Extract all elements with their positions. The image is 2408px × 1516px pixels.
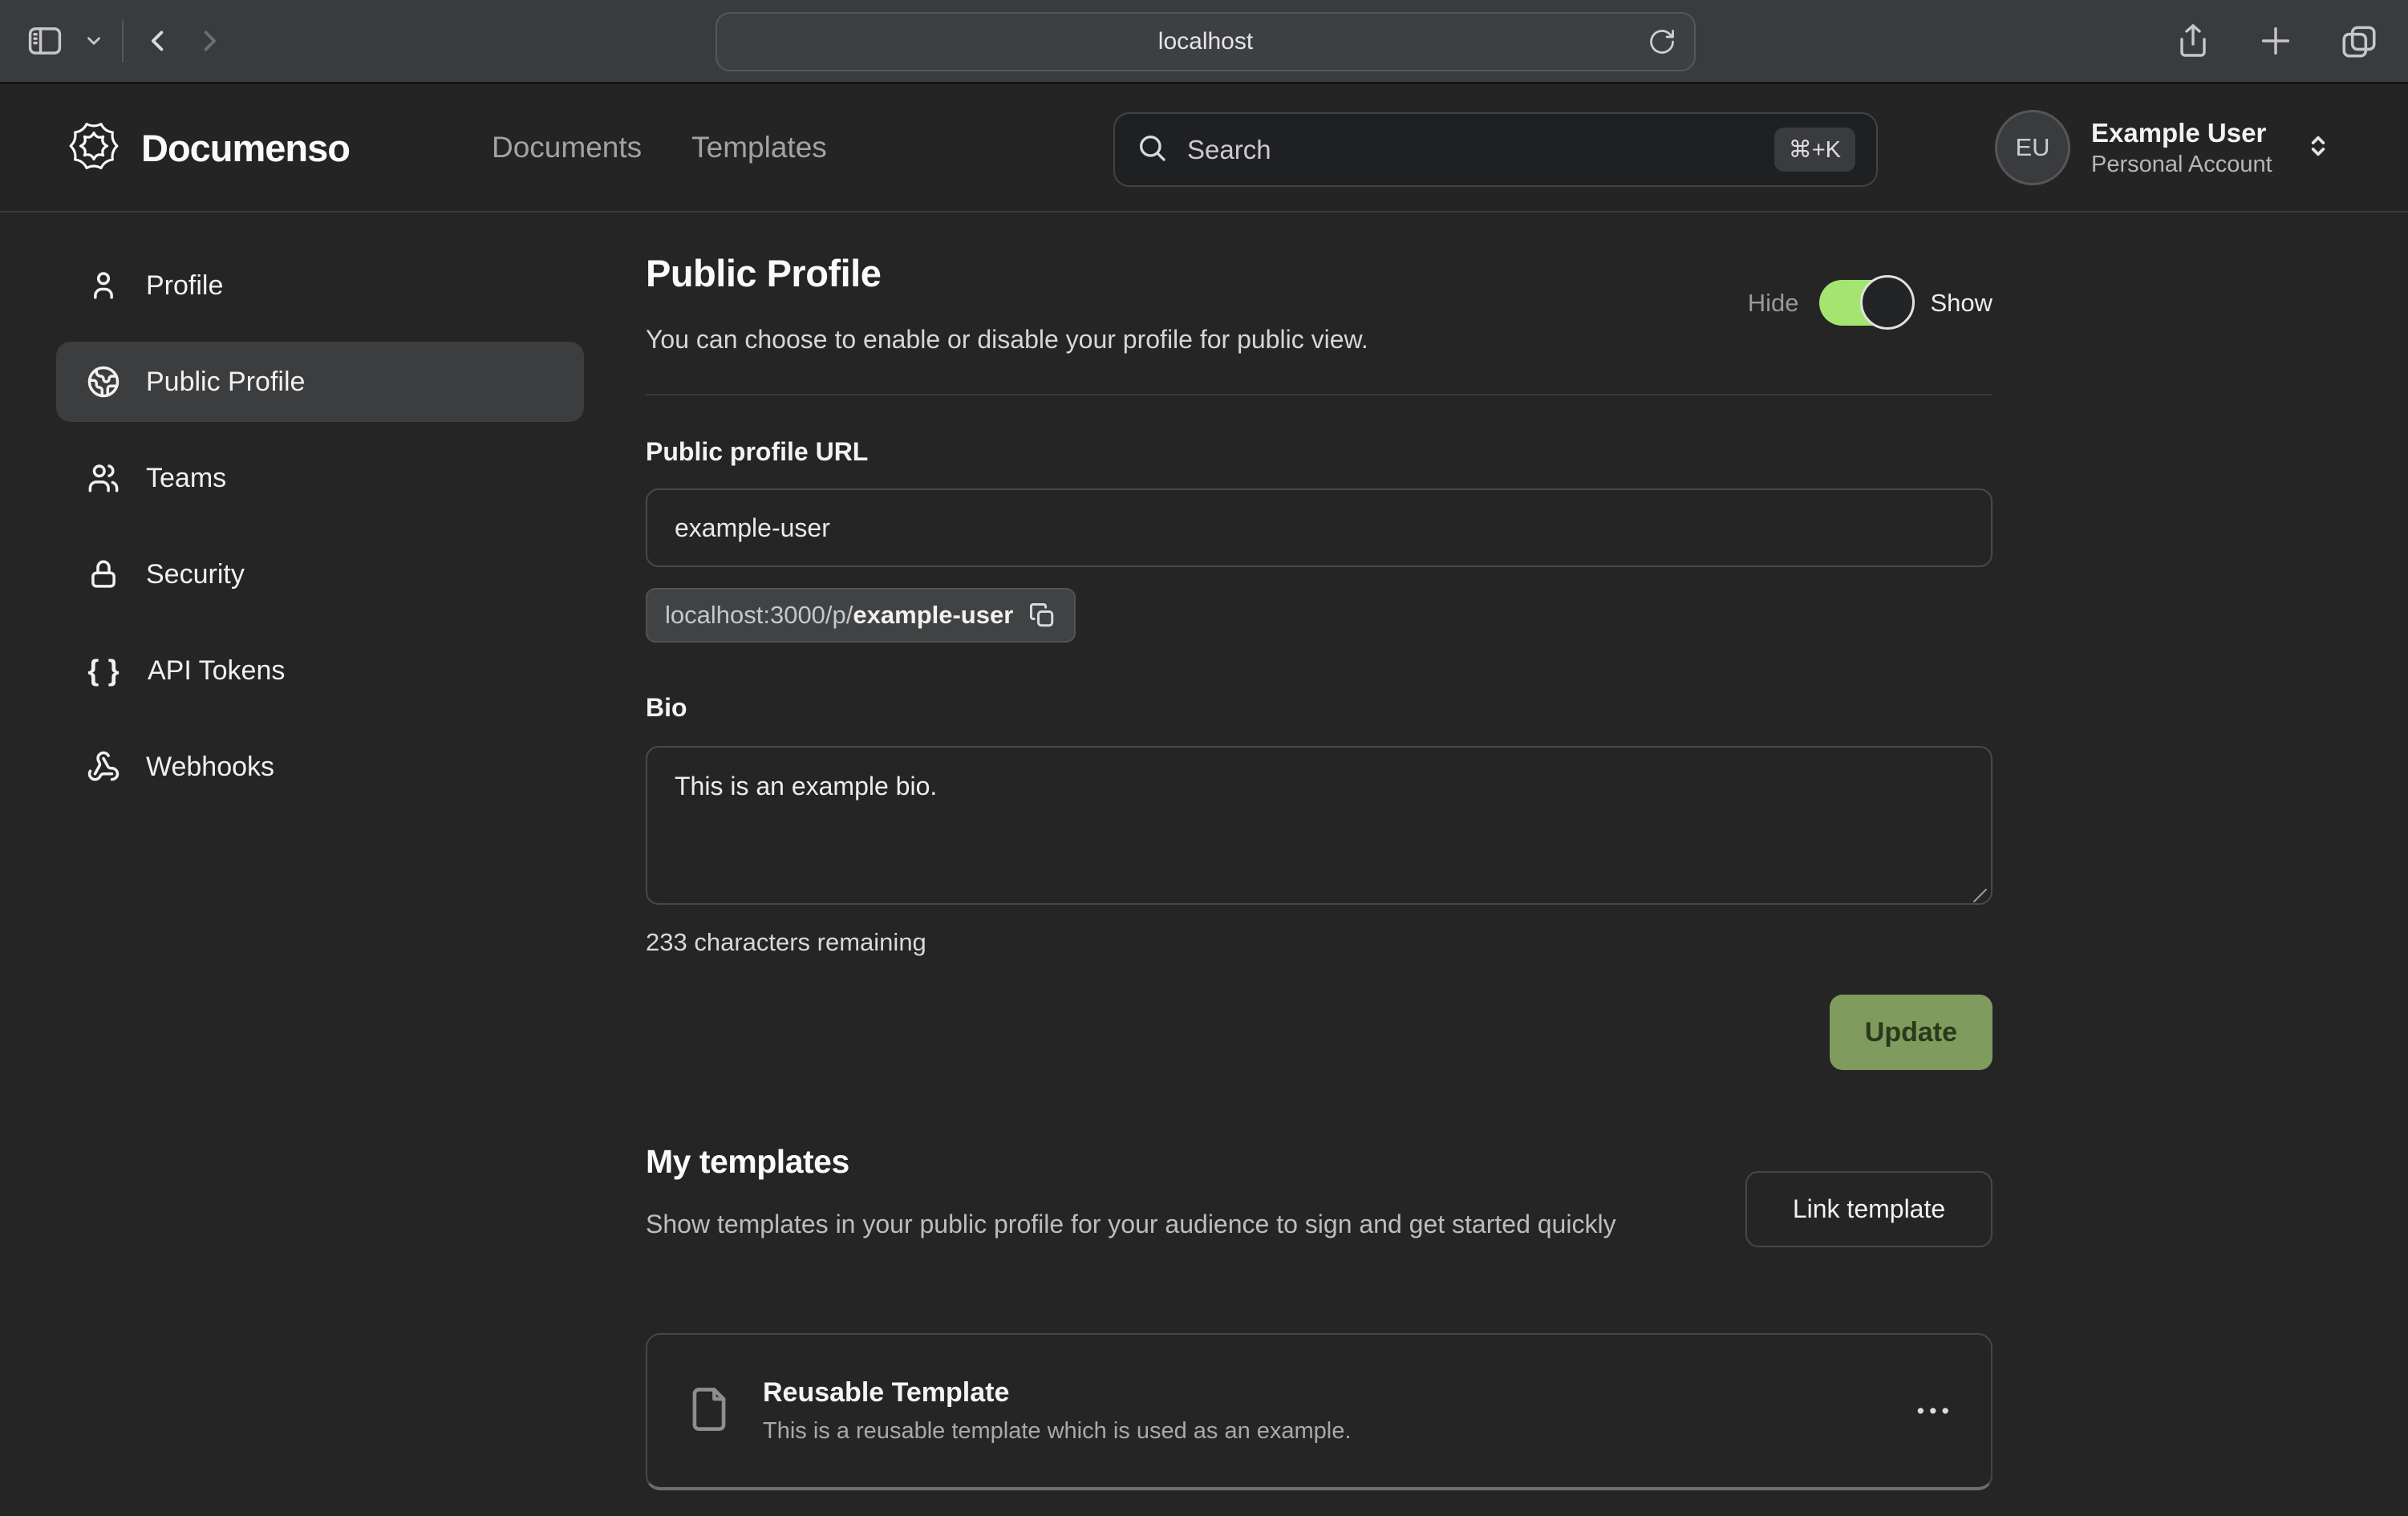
- my-templates-title: My templates: [646, 1143, 849, 1181]
- refresh-icon[interactable]: [1648, 27, 1676, 56]
- user-account-type: Personal Account: [2091, 150, 2272, 179]
- characters-remaining: 233 characters remaining: [646, 928, 926, 957]
- settings-sidebar: Profile Public Profile Teams Security { …: [56, 245, 584, 823]
- share-icon[interactable]: [2174, 22, 2212, 60]
- sidebar-item-api-tokens[interactable]: { } API Tokens: [56, 630, 584, 711]
- template-description: This is a reusable template which is use…: [763, 1418, 1917, 1445]
- browser-chrome: localhost: [0, 0, 2408, 84]
- search-icon: [1136, 132, 1168, 168]
- address-bar[interactable]: localhost: [716, 12, 1696, 71]
- tab-overview-icon[interactable]: [2339, 21, 2379, 61]
- sidebar-item-label: Profile: [146, 270, 223, 302]
- sidebar-item-label: API Tokens: [148, 655, 285, 687]
- search-bar[interactable]: ⌘+K: [1113, 112, 1878, 187]
- sidebar-item-label: Security: [146, 559, 245, 590]
- globe-icon: [87, 365, 120, 399]
- template-more-menu[interactable]: •••: [1917, 1399, 1954, 1424]
- toggle-hide-label: Hide: [1748, 289, 1799, 318]
- my-templates-description: Show templates in your public profile fo…: [646, 1204, 1769, 1245]
- bio-field-label: Bio: [646, 693, 687, 723]
- documenso-logo-icon: [67, 120, 120, 176]
- sidebar-item-security[interactable]: Security: [56, 534, 584, 614]
- link-template-button[interactable]: Link template: [1745, 1171, 1992, 1247]
- sidebar-item-webhooks[interactable]: Webhooks: [56, 727, 584, 807]
- chevron-down-icon[interactable]: [83, 30, 104, 51]
- forward-icon[interactable]: [193, 24, 226, 58]
- braces-icon: { }: [87, 654, 122, 687]
- nav-documents[interactable]: Documents: [492, 131, 642, 164]
- user-icon: [87, 269, 120, 302]
- app-header: Documenso Documents Templates ⌘+K EU Exa…: [0, 84, 2408, 213]
- file-icon: [684, 1384, 734, 1438]
- sidebar-item-teams[interactable]: Teams: [56, 438, 584, 518]
- user-name: Example User: [2091, 116, 2272, 150]
- resize-grip-icon[interactable]: [1971, 886, 1988, 908]
- sidebar-toggle-icon[interactable]: [24, 20, 66, 62]
- page-title: Public Profile: [646, 251, 881, 295]
- users-icon: [87, 461, 120, 495]
- page-subtitle: You can choose to enable or disable your…: [646, 325, 1368, 355]
- profile-url-preview: localhost:3000/p/example-user: [665, 601, 1013, 630]
- bio-textarea[interactable]: This is an example bio.: [646, 746, 1992, 905]
- nav-templates[interactable]: Templates: [691, 131, 827, 164]
- user-menu[interactable]: EU Example User Personal Account: [1995, 84, 2333, 211]
- sidebar-item-profile[interactable]: Profile: [56, 245, 584, 326]
- address-bar-url: localhost: [1158, 28, 1253, 55]
- lock-icon: [87, 557, 120, 591]
- search-input[interactable]: [1187, 135, 1774, 165]
- chevrons-up-down-icon: [2303, 131, 2333, 165]
- update-button[interactable]: Update: [1830, 995, 1992, 1070]
- url-field-label: Public profile URL: [646, 437, 868, 467]
- brand[interactable]: Documenso: [67, 84, 350, 211]
- section-divider: [646, 394, 1992, 395]
- toggle-show-label: Show: [1930, 289, 1992, 318]
- avatar: EU: [1995, 110, 2070, 185]
- sidebar-item-label: Webhooks: [146, 752, 274, 783]
- template-card[interactable]: Reusable Template This is a reusable tem…: [646, 1333, 1992, 1490]
- copy-url-button[interactable]: [1028, 601, 1056, 630]
- sidebar-item-public-profile[interactable]: Public Profile: [56, 342, 584, 422]
- sidebar-item-label: Public Profile: [146, 367, 305, 398]
- profile-visibility-switch[interactable]: [1819, 280, 1909, 326]
- page: localhost Documen: [0, 0, 2408, 1516]
- sidebar-item-label: Teams: [146, 463, 226, 494]
- profile-url-preview-chip: localhost:3000/p/example-user: [646, 588, 1076, 642]
- copy-icon: [1028, 601, 1056, 630]
- new-tab-icon[interactable]: [2257, 22, 2294, 59]
- toolbar-divider: [122, 19, 124, 63]
- profile-visibility-toggle-row: Hide Show: [1748, 280, 1992, 326]
- top-nav: Documents Templates: [492, 84, 827, 211]
- template-name: Reusable Template: [763, 1377, 1917, 1409]
- back-icon[interactable]: [141, 24, 175, 58]
- brand-name: Documenso: [141, 126, 350, 170]
- switch-knob: [1860, 275, 1915, 330]
- profile-url-input[interactable]: [646, 488, 1992, 567]
- search-shortcut-badge: ⌘+K: [1774, 128, 1855, 172]
- template-info: Reusable Template This is a reusable tem…: [763, 1377, 1917, 1445]
- webhook-icon: [87, 750, 120, 784]
